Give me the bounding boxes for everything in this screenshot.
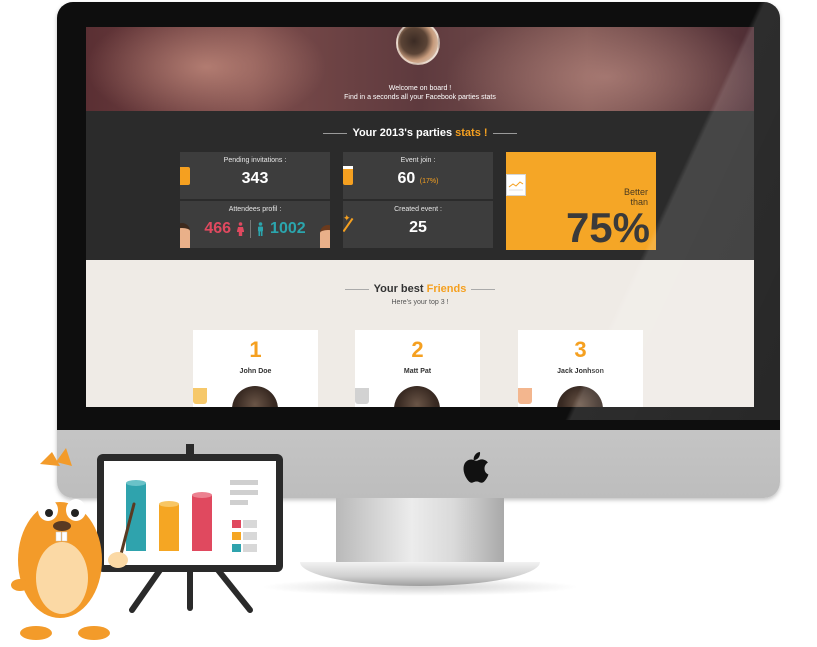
title-rule-left (344, 288, 369, 290)
envelope-icon (180, 167, 190, 185)
attendees-female-value: 466 (204, 220, 232, 237)
stats-title-prefix: Your 2013's parties (352, 127, 453, 139)
friend-card[interactable]: 3 Jack Jonhson (518, 330, 643, 407)
created-event-value: 25 (409, 219, 427, 236)
event-join-card: Event join : 60 (17%) (343, 152, 493, 199)
coffee-mug-icon (518, 388, 532, 404)
pending-invitations-label: Pending invitations : (223, 157, 287, 164)
friend-name: Matt Pat (403, 368, 432, 375)
beer-glass-icon (343, 166, 353, 185)
event-join-percent: (17%) (419, 178, 439, 185)
friend-avatar (394, 386, 440, 407)
event-join-number: 60 (17%) (343, 170, 493, 188)
girl-illustration (180, 223, 190, 248)
friends-subtitle: Here's your top 3 ! (391, 299, 449, 306)
monitor-stand (336, 498, 504, 572)
event-join-value: 60 (397, 170, 416, 187)
pending-invitations-card: Pending invitations : 343 (180, 152, 330, 199)
welcome-text: Welcome on board ! (388, 85, 452, 92)
friend-card[interactable]: 2 Matt Pat (355, 330, 480, 407)
created-event-card: ✦ Created event : 25 (343, 201, 493, 248)
stats-title-accent: stats ! (455, 127, 488, 139)
friend-card[interactable]: 1 John Doe (193, 330, 318, 407)
friends-title-prefix: Your best (373, 283, 424, 295)
friend-rank: 2 (411, 337, 424, 362)
screen: Welcome on board ! Find in a seconds all… (86, 27, 754, 407)
boy-illustration (320, 225, 330, 248)
friend-avatar (557, 386, 603, 407)
pending-invitations-value: 343 (241, 170, 269, 187)
friend-name: John Doe (239, 368, 272, 375)
stats-title: Your 2013's parties stats ! (86, 127, 754, 139)
friend-name: Jack Jonhson (557, 368, 604, 375)
sparkle-icon: ✦ (343, 213, 351, 223)
event-join-label: Event join : (400, 157, 436, 164)
friends-title: Your best Friends (86, 283, 754, 295)
gender-separator (250, 220, 252, 238)
attendees-profile-card: Attendees profil : 466 1002 (180, 201, 330, 248)
coffee-mug-icon (355, 388, 369, 404)
friend-avatar (232, 386, 278, 407)
mini-chart-icon (506, 174, 526, 196)
title-rule-right (471, 288, 496, 290)
coffee-mug-icon (193, 388, 207, 404)
better-percent-value: 75% (565, 204, 650, 250)
attendees-male-value: 1002 (270, 220, 306, 237)
female-icon (237, 222, 245, 236)
hero-banner: Welcome on board ! Find in a seconds all… (86, 27, 754, 111)
profile-avatar[interactable] (396, 27, 440, 65)
friend-rank: 3 (574, 337, 587, 362)
welcome-subtext: Find in a seconds all your Facebook part… (344, 94, 496, 101)
male-icon (258, 222, 264, 236)
attendees-gender-row: 466 1002 (180, 220, 330, 238)
title-rule-left (323, 132, 348, 134)
friend-rank: 1 (249, 337, 262, 362)
better-than-card: Better than 75% (506, 152, 656, 250)
friends-title-accent: Friends (426, 283, 467, 295)
title-rule-right (492, 132, 517, 134)
apple-logo-icon (463, 452, 489, 483)
beaver-mascot-illustration (11, 444, 283, 640)
attendees-label: Attendees profil : (228, 206, 282, 213)
created-event-label: Created event : (394, 206, 442, 213)
better-label-line1: Better (623, 187, 648, 197)
